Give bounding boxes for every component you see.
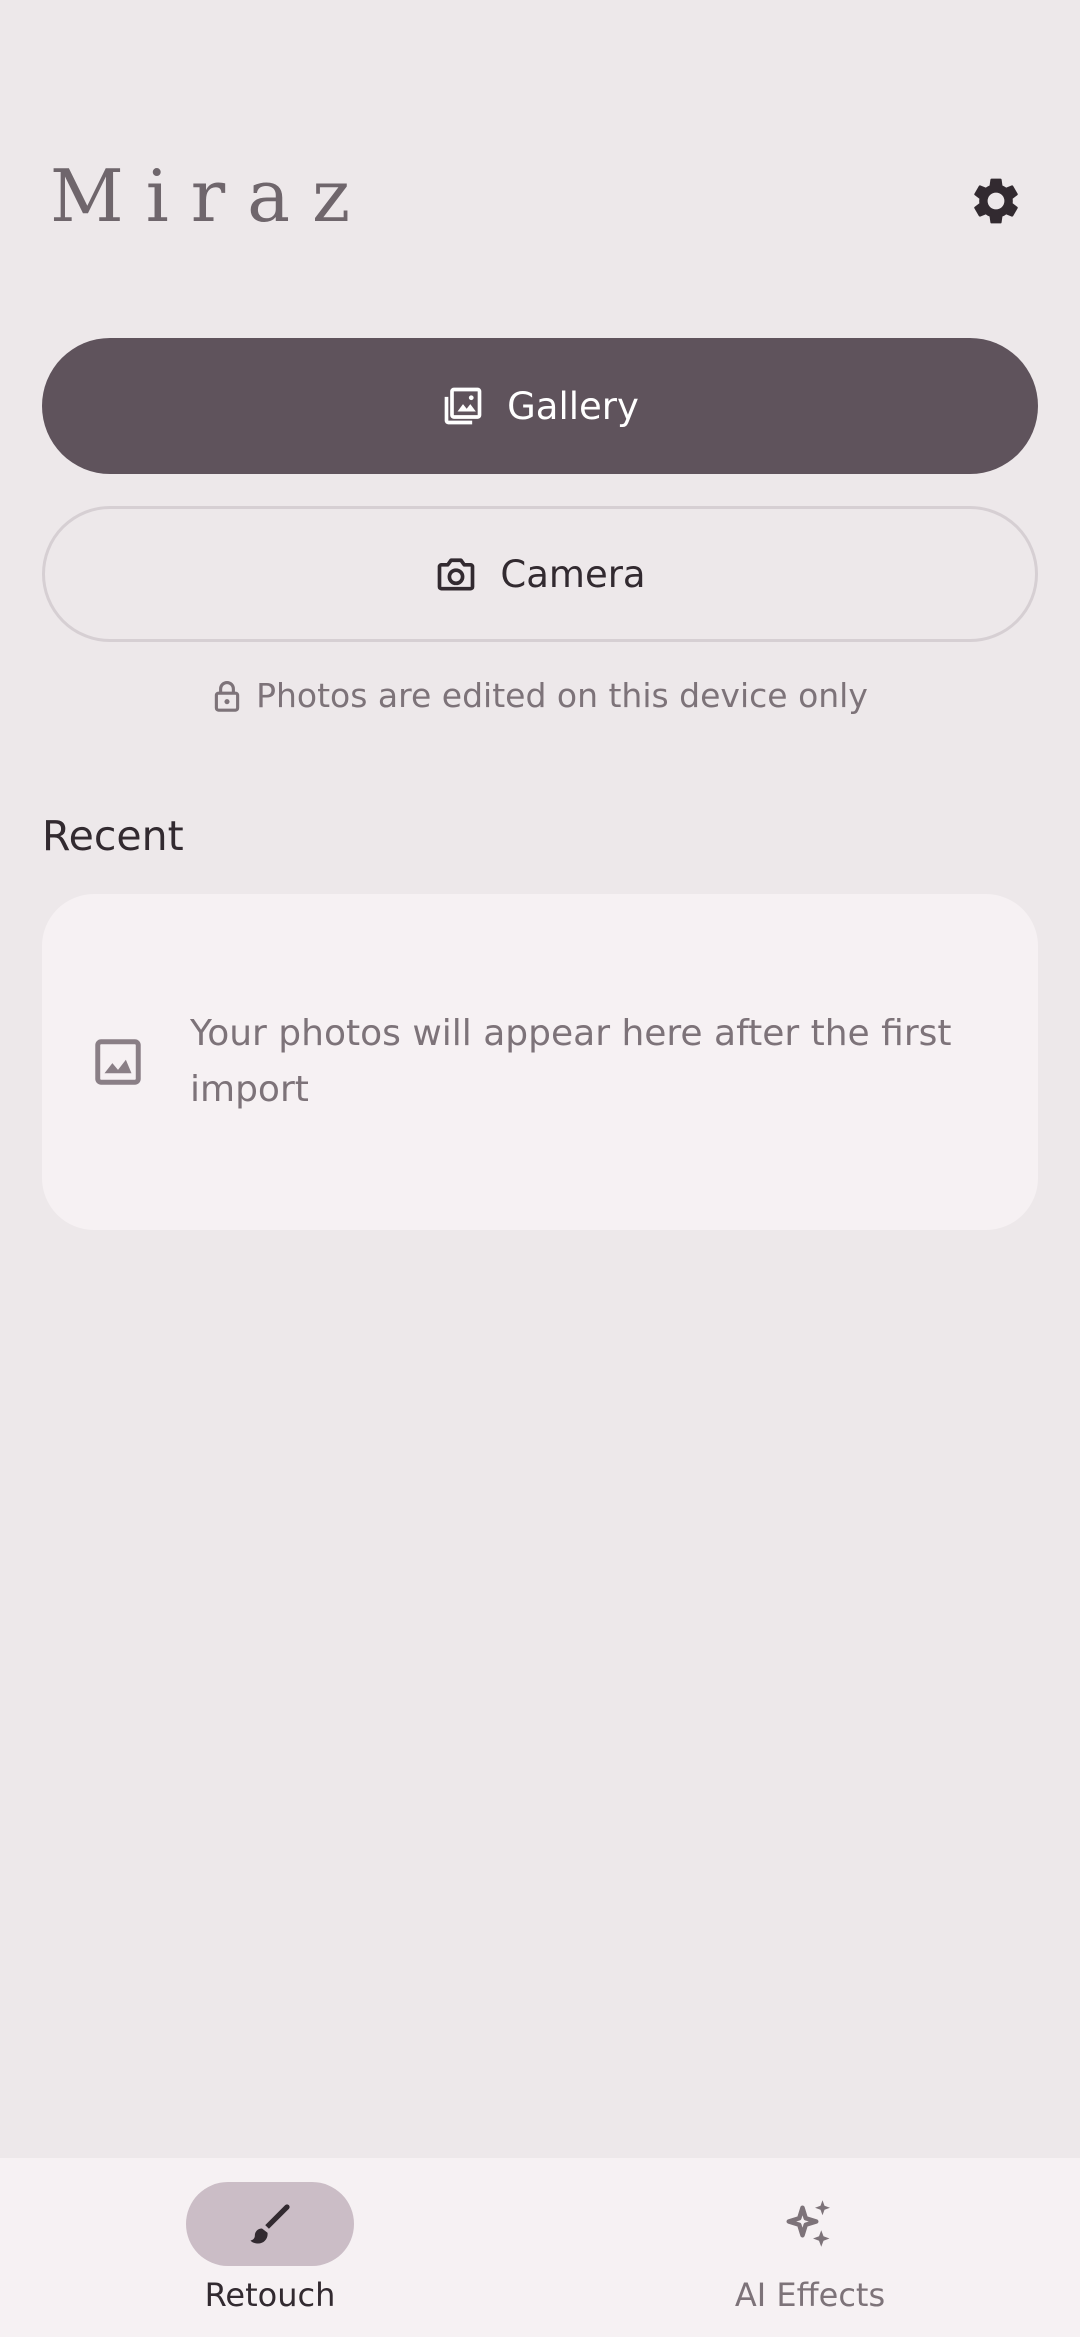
nav-icon-container [726,2182,894,2266]
nav-item-retouch[interactable]: Retouch [0,2158,540,2337]
recent-empty-text: Your photos will appear here after the f… [190,1013,952,1110]
nav-item-ai-effects[interactable]: AI Effects [540,2158,1080,2337]
camera-icon [434,552,478,596]
app-title: Miraz [50,154,373,238]
gallery-button-label: Gallery [507,384,639,428]
brush-icon [250,2204,290,2244]
gear-icon [974,178,1018,224]
nav-active-indicator [186,2182,354,2266]
privacy-note: Photos are edited on this device only [0,676,1080,715]
settings-button[interactable] [960,165,1032,237]
home-screen: Miraz Gallery Camera Photos are edited o… [0,0,1080,2337]
recent-section-title: Recent [42,812,184,860]
recent-empty-card: Your photos will appear here after the f… [42,894,1038,1230]
bottom-navigation: Retouch AI Effects [0,2158,1080,2337]
lock-icon [214,680,240,712]
nav-label-retouch: Retouch [204,2276,336,2314]
camera-button-label: Camera [500,552,646,596]
nav-label-ai-effects: AI Effects [734,2276,886,2314]
image-icon [88,1032,148,1092]
photo-library-icon [441,384,485,428]
camera-button[interactable]: Camera [42,506,1038,642]
sparkles-icon [786,2200,830,2247]
gallery-button[interactable]: Gallery [42,338,1038,474]
privacy-note-text: Photos are edited on this device only [256,676,868,715]
